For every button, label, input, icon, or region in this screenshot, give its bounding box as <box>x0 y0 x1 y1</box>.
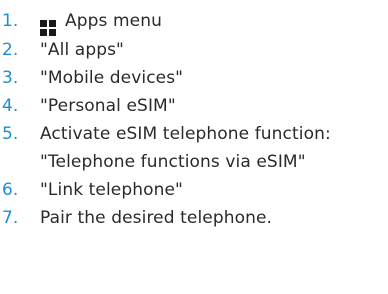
step-body: Apps menu <box>40 7 388 36</box>
step-body: Activate eSIM telephone function: "Telep… <box>40 120 388 176</box>
step-number: 6. <box>2 180 19 200</box>
step-text: Pair the desired telephone. <box>40 208 273 228</box>
step-5: 5. Activate eSIM telephone function: "Te… <box>0 120 388 176</box>
step-number: 3. <box>2 68 19 88</box>
step-3: 3. "Mobile devices" <box>0 64 388 92</box>
step-text: "Link telephone" <box>40 180 183 200</box>
step-text: Apps menu <box>65 11 162 31</box>
step-text: Activate eSIM telephone function: <box>40 124 331 144</box>
step-7: 7. Pair the desired telephone. <box>0 204 388 232</box>
step-number: 2. <box>2 40 19 60</box>
step-4: 4. "Personal eSIM" <box>0 92 388 120</box>
step-6: 6. "Link telephone" <box>0 176 388 204</box>
step-text: "All apps" <box>40 40 124 60</box>
step-number: 1. <box>2 11 19 31</box>
step-number: 5. <box>2 124 19 144</box>
step-number: 7. <box>2 208 19 228</box>
step-text: "Personal eSIM" <box>40 96 176 116</box>
step-1: 1. Apps menu <box>0 7 388 36</box>
apps-grid-icon <box>40 20 56 36</box>
instruction-steps: 1. Apps menu 2. "All apps" 3. "Mobile de… <box>0 0 388 232</box>
step-2: 2. "All apps" <box>0 36 388 64</box>
step-text-continuation: "Telephone functions via eSIM" <box>40 152 306 172</box>
step-text: "Mobile devices" <box>40 68 184 88</box>
step-number: 4. <box>2 96 19 116</box>
